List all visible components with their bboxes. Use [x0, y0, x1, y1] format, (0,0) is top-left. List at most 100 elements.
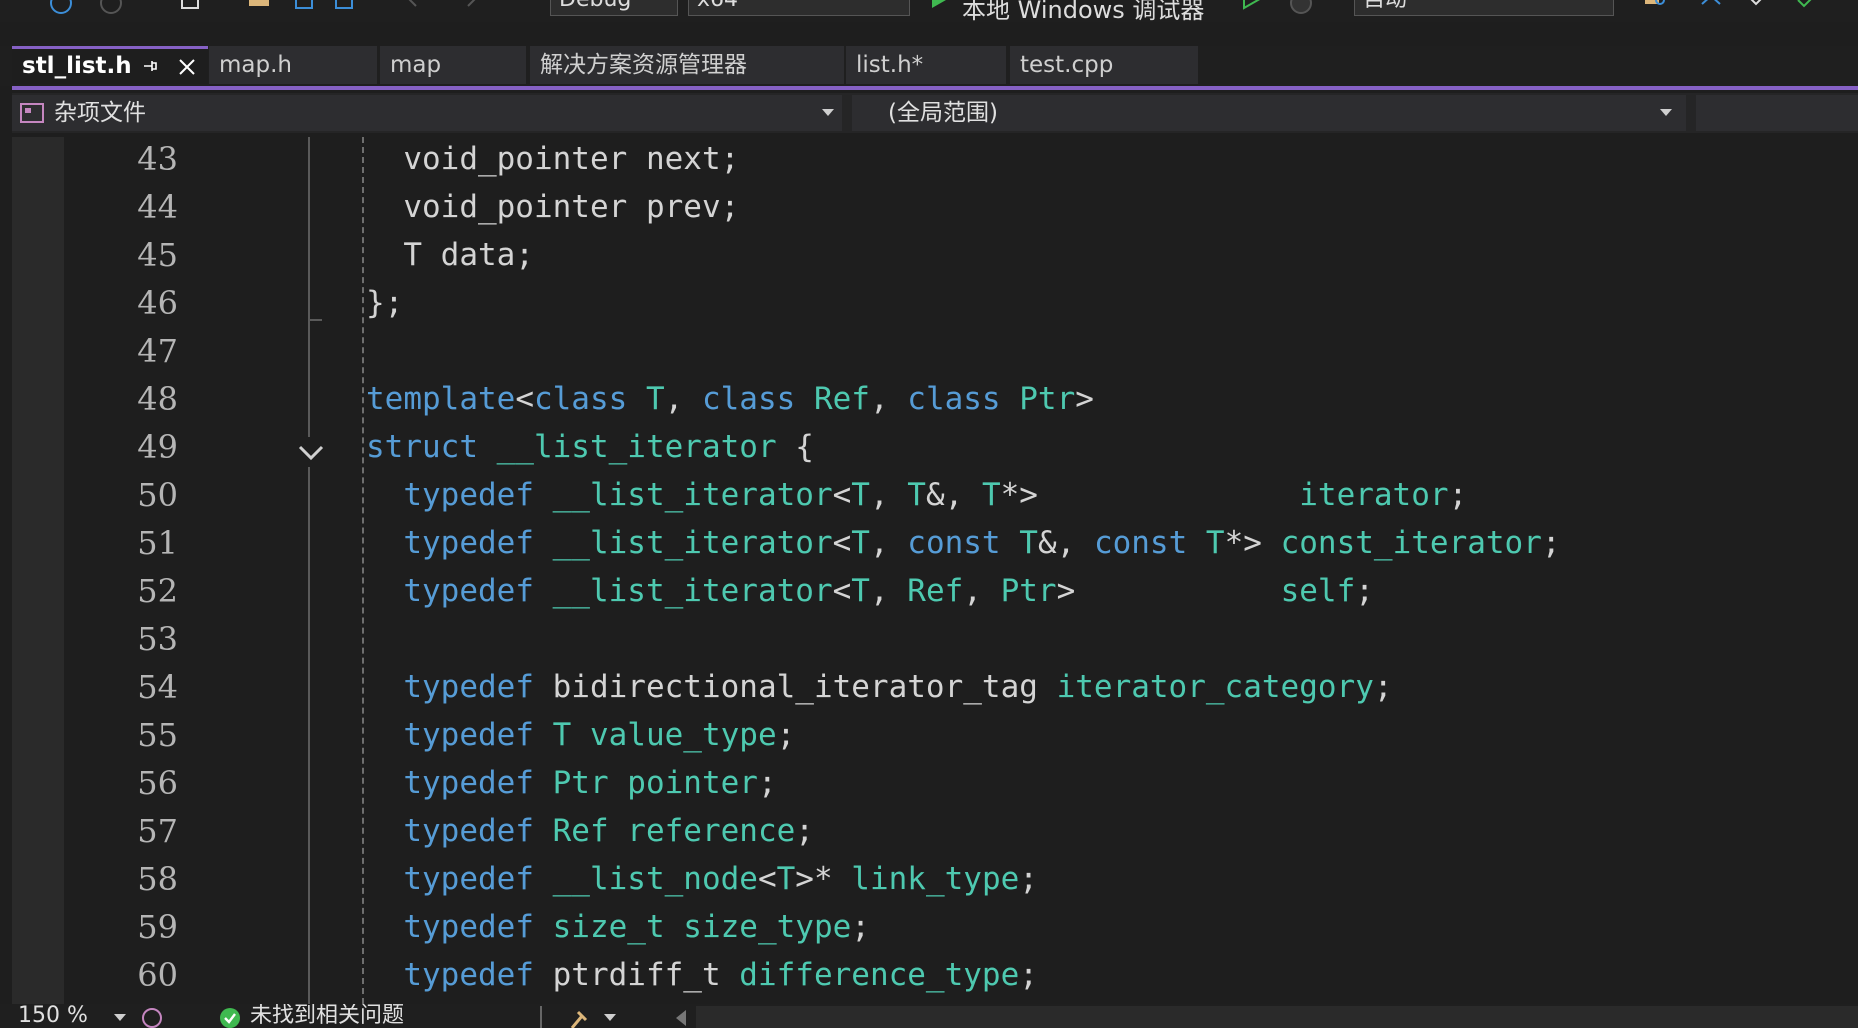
line-number: 49	[137, 428, 178, 466]
startup-item-value: 自动	[1363, 0, 1407, 12]
type-token: __list_iterator	[533, 525, 833, 561]
chevron-down-icon[interactable]	[604, 1014, 616, 1021]
type-token: __list_node	[533, 861, 758, 897]
scroll-left-icon[interactable]	[674, 1008, 690, 1028]
project-dropdown[interactable]: 杂项文件	[12, 95, 842, 131]
code-token: ptrdiff_t	[533, 957, 740, 993]
line-number: 59	[137, 908, 178, 946]
outline-guide	[308, 137, 310, 1004]
code-line[interactable]: 50 typedef __list_iterator<T, T&, T*> it…	[12, 471, 1858, 519]
outline-end-marker	[308, 319, 322, 321]
redo-icon[interactable]	[462, 0, 484, 12]
code-token: void_pointer next;	[366, 141, 740, 177]
issues-status[interactable]: 未找到相关问题	[250, 1004, 404, 1028]
code-line[interactable]: 57 typedef Ref reference;	[12, 807, 1858, 855]
tab-test-cpp[interactable]: test.cpp	[1010, 46, 1198, 84]
code-token: <	[757, 861, 777, 897]
close-icon[interactable]	[178, 58, 196, 76]
open-folder-icon[interactable]	[248, 0, 270, 12]
intellicode-icon[interactable]	[140, 1006, 164, 1028]
home-icon[interactable]	[1700, 0, 1722, 12]
code-line[interactable]: 44 void_pointer prev;	[12, 183, 1858, 231]
tab-list-h[interactable]: list.h*	[846, 46, 1006, 84]
line-number: 52	[137, 572, 178, 610]
code-text: typedef size_t size_type;	[366, 903, 870, 951]
type-token: Ptr	[1000, 381, 1076, 417]
code-token: >	[1056, 573, 1076, 609]
line-number: 51	[137, 524, 178, 562]
save-icon[interactable]	[294, 0, 316, 12]
code-line[interactable]: 46};	[12, 279, 1858, 327]
pin-icon[interactable]	[142, 58, 158, 74]
code-token: ;	[776, 717, 796, 753]
code-line[interactable]: 55 typedef T value_type;	[12, 711, 1858, 759]
platform-select[interactable]: x64	[688, 0, 910, 16]
zoom-dropdown[interactable]: 150 %	[18, 1004, 126, 1028]
code-line[interactable]: 43 void_pointer next;	[12, 137, 1858, 183]
type-token: iterator	[1037, 477, 1449, 513]
code-token: <	[832, 573, 852, 609]
keyword-token: const	[907, 525, 1001, 561]
chevron-down-icon	[822, 109, 834, 116]
type-token: const_iterator	[1280, 525, 1542, 561]
code-line[interactable]: 58 typedef __list_node<T>* link_type;	[12, 855, 1858, 903]
code-text: template<class T, class Ref, class Ptr>	[366, 375, 1094, 423]
code-line[interactable]: 47	[12, 327, 1858, 375]
code-line[interactable]: 48 template<class T, class Ref, class Ptr…	[12, 375, 1858, 423]
keyword-token: template	[366, 381, 516, 417]
code-line[interactable]: 53	[12, 615, 1858, 663]
type-token: T	[627, 381, 665, 417]
scope-dropdown[interactable]: (全局范围)	[852, 95, 1686, 131]
code-editor[interactable]: 43 void_pointer next; 44 void_pointer pre…	[12, 137, 1858, 1004]
save-all-icon[interactable]	[334, 0, 356, 12]
code-line[interactable]: 52 typedef __list_iterator<T, Ref, Ptr> …	[12, 567, 1858, 615]
line-number: 56	[137, 764, 178, 802]
code-text: typedef __list_iterator<T, Ref, Ptr> sel…	[366, 567, 1374, 615]
start-without-debugging-icon[interactable]	[1240, 0, 1262, 10]
code-line[interactable]: 59 typedef size_t size_type;	[12, 903, 1858, 951]
check-circle-icon	[220, 1008, 240, 1028]
type-token: T	[776, 861, 796, 897]
member-dropdown[interactable]	[1696, 95, 1858, 131]
start-debugging-icon[interactable]	[928, 0, 950, 10]
code-cleanup-icon[interactable]	[570, 1008, 596, 1028]
keyword-token: typedef	[366, 717, 534, 753]
tab-label: map	[390, 52, 442, 78]
chevron-down-icon	[114, 1014, 126, 1021]
code-line[interactable]: 45 T data;	[12, 231, 1858, 279]
keyword-token: const	[1093, 525, 1188, 561]
code-token: ;	[1541, 525, 1561, 561]
code-token: *>	[1224, 525, 1281, 561]
code-line[interactable]: 54 typedef bidirectional_iterator_tag it…	[12, 663, 1858, 711]
keyword-token: typedef	[366, 813, 534, 849]
indent-icon[interactable]	[1744, 0, 1766, 12]
configuration-select[interactable]: Debug	[550, 0, 678, 16]
code-token: };	[366, 285, 404, 321]
new-item-icon[interactable]	[180, 0, 202, 12]
code-line[interactable]: 49 struct __list_iterator {	[12, 423, 1858, 471]
start-debugging-button[interactable]: 本地 Windows 调试器	[962, 0, 1204, 25]
tab-stl-list-h[interactable]: stl_list.h	[12, 46, 208, 84]
tab-map[interactable]: map	[380, 46, 526, 84]
undo-icon[interactable]	[400, 0, 422, 12]
collapse-chevron-icon[interactable]	[296, 437, 326, 467]
line-number: 47	[137, 332, 178, 370]
code-line[interactable]: 51 typedef __list_iterator<T, const T&, …	[12, 519, 1858, 567]
code-line[interactable]: 56 typedef Ptr pointer;	[12, 759, 1858, 807]
horizontal-scrollbar[interactable]	[696, 1006, 1858, 1028]
forward-icon[interactable]	[100, 0, 122, 14]
type-token: T	[1187, 525, 1225, 561]
check-icon[interactable]	[1796, 0, 1818, 12]
code-text: typedef __list_iterator<T, const T&, con…	[366, 519, 1561, 567]
back-icon[interactable]	[50, 0, 72, 14]
keyword-token: class	[701, 381, 796, 417]
keyword-token: typedef	[366, 477, 534, 513]
record-icon[interactable]	[1290, 0, 1312, 14]
code-line[interactable]: 60 typedef ptrdiff_t difference_type;	[12, 951, 1858, 999]
startup-item-select[interactable]: 自动	[1354, 0, 1614, 16]
code-token: &,	[925, 477, 982, 513]
find-icon[interactable]	[1644, 0, 1666, 12]
tab-map-h[interactable]: map.h	[209, 46, 377, 84]
code-token: ;	[1373, 669, 1393, 705]
tab-solution-explorer[interactable]: 解决方案资源管理器	[530, 46, 844, 84]
